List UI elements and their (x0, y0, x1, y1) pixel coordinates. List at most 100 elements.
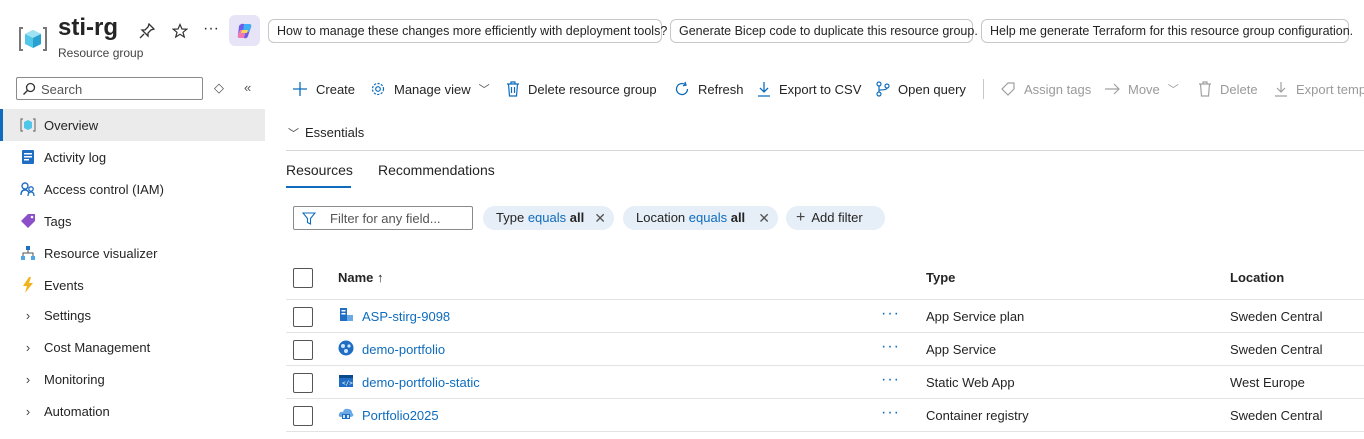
column-header-type[interactable]: Type (926, 270, 955, 285)
sidebar-item-settings[interactable]: › Settings (0, 299, 265, 331)
more-icon[interactable]: ··· (201, 19, 221, 39)
activity-log-icon (20, 149, 36, 165)
filter-icon (302, 212, 316, 225)
add-filter-button[interactable]: + Add filter (786, 206, 885, 230)
open-query-button[interactable]: Open query (876, 80, 966, 98)
sidebar-item-label: Automation (44, 403, 110, 419)
sidebar-item-resource-visualizer[interactable]: Resource visualizer (0, 237, 265, 269)
move-button[interactable]: Move ﹀ (1104, 80, 1179, 98)
resource-name-link[interactable]: ASP-stirg-9098 (362, 309, 450, 324)
row-more-icon[interactable]: ··· (881, 305, 900, 323)
trash-icon (506, 81, 520, 97)
row-more-icon[interactable]: ··· (881, 404, 900, 422)
row-divider (286, 431, 1364, 432)
download-icon (757, 81, 771, 97)
manage-view-button[interactable]: Manage view ﹀ (370, 80, 490, 98)
row-checkbox[interactable] (293, 406, 313, 426)
essentials-divider (286, 150, 1364, 151)
chevron-down-icon: ﹀ (478, 84, 490, 96)
sort-icon[interactable]: ◇ (214, 80, 224, 96)
plus-icon: + (796, 209, 806, 226)
static-web-app-icon: </> (338, 373, 354, 392)
tab-recommendations[interactable]: Recommendations (378, 162, 495, 178)
delete-resource-group-button[interactable]: Delete resource group (506, 80, 657, 98)
suggestion-pill-terraform[interactable]: Help me generate Terraform for this reso… (981, 19, 1353, 43)
suggestion-pill-deployment-tools[interactable]: How to manage these changes more efficie… (268, 19, 667, 43)
search-icon (23, 82, 36, 95)
create-button[interactable]: Create (292, 80, 355, 98)
delete-button[interactable]: Delete (1198, 80, 1258, 98)
row-more-icon[interactable]: ··· (881, 338, 900, 356)
sidebar-item-monitoring[interactable]: › Monitoring (0, 363, 265, 395)
location-filter-chip[interactable]: Location equals all ✕ (623, 206, 778, 230)
sidebar-item-label: Resource visualizer (44, 245, 158, 261)
active-tab-indicator (286, 186, 351, 188)
type-filter-chip[interactable]: Type equals all ✕ (483, 206, 614, 230)
resource-location: Sweden Central (1230, 309, 1323, 324)
essentials-toggle[interactable]: ﹀ Essentials (288, 125, 364, 141)
header-divider (286, 299, 1364, 300)
resource-type: App Service plan (926, 309, 1025, 324)
arrow-right-icon (1104, 81, 1120, 97)
visualizer-icon (20, 245, 36, 261)
star-icon[interactable] (170, 21, 190, 41)
download-icon (1274, 81, 1288, 97)
row-more-icon[interactable]: ··· (881, 371, 900, 389)
export-csv-button[interactable]: Export to CSV (757, 80, 861, 98)
sidebar-item-label: Overview (44, 117, 99, 133)
resource-name-link[interactable]: Portfolio2025 (362, 408, 439, 423)
select-all-checkbox[interactable] (293, 268, 313, 288)
search-placeholder: Search (41, 82, 83, 97)
sidebar-item-activity-log[interactable]: Activity log (0, 141, 265, 173)
sidebar-item-automation[interactable]: › Automation (0, 395, 265, 427)
resource-location: Sweden Central (1230, 342, 1323, 357)
resource-group-icon (18, 24, 48, 54)
sidebar-item-tags[interactable]: Tags (0, 205, 265, 237)
row-checkbox[interactable] (293, 307, 313, 327)
remove-filter-icon[interactable]: ✕ (758, 206, 770, 230)
tag-icon (20, 213, 36, 229)
resource-name-link[interactable]: demo-portfolio (362, 342, 445, 357)
export-template-button[interactable]: Export temp (1274, 80, 1364, 98)
sidebar-item-cost-management[interactable]: › Cost Management (0, 331, 265, 363)
column-header-location[interactable]: Location (1230, 270, 1284, 285)
resource-location: West Europe (1230, 375, 1305, 390)
suggestion-pill-bicep[interactable]: Generate Bicep code to duplicate this re… (670, 19, 978, 43)
remove-filter-icon[interactable]: ✕ (594, 206, 606, 230)
sidebar-item-label: Activity log (44, 149, 107, 165)
tag-outline-icon (1000, 81, 1016, 97)
resource-location: Sweden Central (1230, 408, 1323, 423)
filter-placeholder: Filter for any field... (330, 211, 441, 226)
resource-type: Static Web App (926, 375, 1015, 390)
resource-type: App Service (926, 342, 997, 357)
page-title: sti-rg (58, 14, 118, 41)
chevron-right-icon: › (25, 403, 31, 419)
sidebar-item-overview[interactable]: Overview (0, 109, 265, 141)
sidebar-search-input[interactable]: Search (16, 77, 203, 100)
sidebar-item-events[interactable]: Events (0, 269, 265, 301)
sidebar-item-label: Cost Management (44, 339, 151, 355)
toolbar-divider (983, 79, 984, 99)
tab-resources[interactable]: Resources (286, 162, 353, 178)
collapse-sidebar-icon[interactable]: « (244, 80, 251, 95)
row-checkbox[interactable] (293, 373, 313, 393)
app-service-icon (338, 340, 354, 359)
query-icon (876, 81, 890, 97)
copilot-icon[interactable] (229, 15, 260, 46)
column-header-name[interactable]: Name ↑ (338, 270, 384, 285)
lightning-icon (20, 277, 36, 293)
row-checkbox[interactable] (293, 340, 313, 360)
pin-icon[interactable] (137, 21, 157, 41)
svg-text:</>: </> (342, 380, 353, 387)
plus-icon (292, 81, 308, 97)
refresh-button[interactable]: Refresh (674, 80, 744, 98)
sidebar-item-label: Settings (44, 307, 91, 323)
chevron-right-icon: › (25, 307, 31, 323)
sidebar-item-label: Events (44, 277, 84, 293)
sidebar-item-access-control[interactable]: Access control (IAM) (0, 173, 265, 205)
row-divider (286, 398, 1364, 399)
filter-input[interactable]: Filter for any field... (293, 206, 473, 230)
resource-name-link[interactable]: demo-portfolio-static (362, 375, 480, 390)
assign-tags-button[interactable]: Assign tags (1000, 80, 1091, 98)
gear-icon (370, 81, 386, 97)
